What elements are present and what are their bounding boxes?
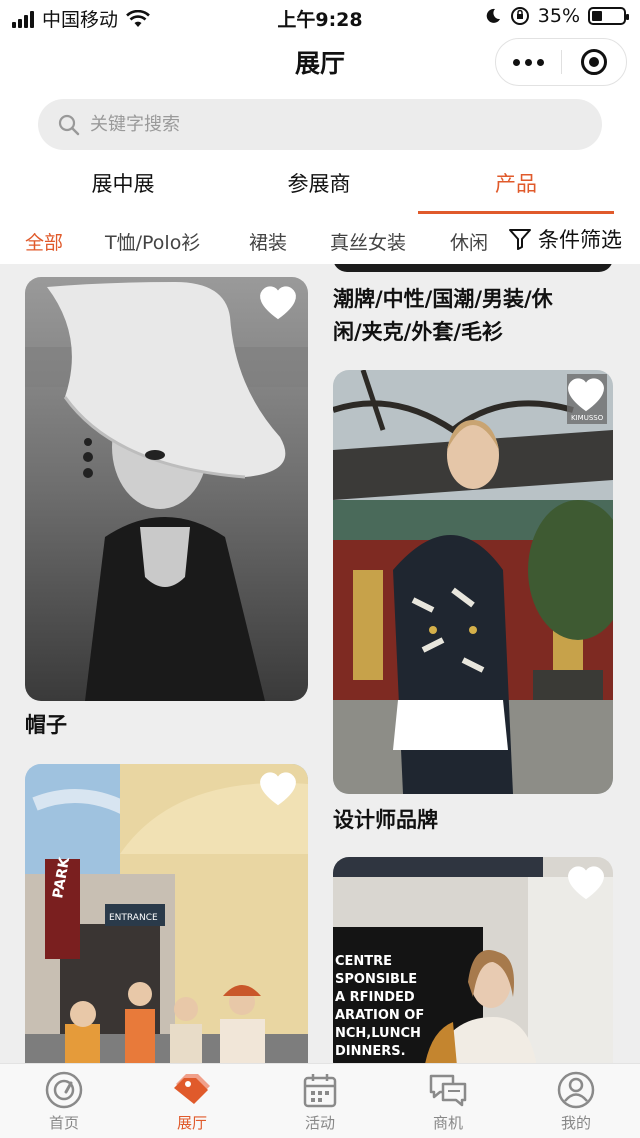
tab-me-label: 我的 — [560, 1114, 591, 1132]
tag-icon — [174, 1074, 210, 1104]
bottom-tab-bar: 首页 展厅 活动 商机 我的 — [0, 1063, 640, 1138]
more-options-icon[interactable] — [496, 58, 561, 66]
search-bar[interactable] — [38, 99, 602, 150]
tab-products[interactable]: 产品 — [426, 168, 606, 198]
tab-events-label: 活动 — [304, 1114, 335, 1132]
mini-program-capsule — [495, 38, 627, 86]
heart-icon[interactable] — [566, 864, 606, 900]
designer-brand-photo: KIMUSSO — [333, 370, 613, 794]
sign-text-line: NCH,LUNCH — [335, 1026, 421, 1041]
hat-photo — [25, 277, 308, 701]
product-card-image[interactable]: PARK ENTRANCE — [25, 764, 308, 1063]
status-bar: 中国移动 上午9:28 35% — [0, 0, 640, 34]
tab-opportunities[interactable]: 商机 — [384, 1064, 512, 1138]
tab-me[interactable]: 我的 — [512, 1064, 640, 1138]
product-card-image[interactable] — [25, 277, 308, 701]
product-card-image[interactable] — [333, 264, 613, 272]
product-grid: 潮牌/中性/国潮/男装/休 闲/夹克/外套/毛衫 帽子 PARK ENTRANC… — [0, 264, 640, 1063]
tab-events[interactable]: 活动 — [256, 1064, 384, 1138]
category-silk-womenswear[interactable]: 真丝女装 — [330, 228, 406, 255]
close-mini-program-button[interactable] — [562, 49, 626, 75]
tab-showroom-label: 展厅 — [176, 1114, 207, 1132]
heart-icon[interactable] — [258, 284, 298, 320]
category-all[interactable]: 全部 — [25, 228, 63, 255]
kids-street-photo: PARK ENTRANCE — [25, 764, 308, 1063]
category-dresses[interactable]: 裙装 — [249, 228, 287, 255]
chat-icon — [429, 1074, 467, 1107]
heart-icon[interactable] — [258, 770, 298, 806]
moon-icon — [486, 8, 500, 23]
brand-watermark: KIMUSSO — [571, 414, 604, 422]
product-title[interactable]: 设计师品牌 — [333, 804, 438, 837]
funnel-icon — [509, 229, 531, 250]
search-input[interactable] — [90, 114, 510, 135]
product-title[interactable]: 潮牌/中性/国潮/男装/休 闲/夹克/外套/毛衫 — [333, 283, 553, 349]
target-icon — [580, 49, 607, 75]
battery-percent: 35% — [537, 5, 580, 27]
main-tabs: 展中展 参展商 产品 — [0, 160, 640, 214]
calendar-icon — [303, 1074, 337, 1108]
filter-button[interactable]: 条件筛选 — [502, 224, 622, 254]
category-filter-row: 全部 T恤/Polo衫 裙装 真丝女装 休闲 条件筛选 — [0, 214, 640, 264]
tab-opportunities-label: 商机 — [432, 1114, 463, 1132]
rotation-lock-icon — [510, 7, 529, 25]
sign-text-line: DINNERS. — [335, 1044, 406, 1059]
sign-text-line: SPONSIBLE — [335, 972, 417, 987]
tab-home-label: 首页 — [48, 1114, 79, 1132]
search-icon — [58, 114, 80, 135]
sign-text-line: ARATION OF — [335, 1008, 424, 1023]
sign-text-line: A RFINDED — [335, 990, 415, 1005]
tab-home[interactable]: 首页 — [0, 1064, 128, 1138]
entrance-sign-text: ENTRANCE — [109, 913, 158, 923]
battery-icon — [588, 7, 629, 25]
compass-icon — [45, 1071, 83, 1109]
filter-label: 条件筛选 — [538, 228, 622, 252]
sign-text-line: CENTRE — [335, 954, 392, 969]
tab-showroom[interactable]: 展厅 — [128, 1064, 256, 1138]
tab-exhibition-in-exhibition[interactable]: 展中展 — [33, 168, 213, 198]
tab-exhibitors[interactable]: 参展商 — [229, 168, 409, 198]
user-icon — [557, 1071, 595, 1109]
product-title[interactable]: 帽子 — [25, 709, 67, 742]
product-card-image[interactable]: KIMUSSO — [333, 370, 613, 794]
category-casual[interactable]: 休闲 — [450, 228, 488, 255]
heart-icon[interactable] — [566, 376, 606, 412]
category-tshirt-polo[interactable]: T恤/Polo衫 — [105, 228, 200, 255]
